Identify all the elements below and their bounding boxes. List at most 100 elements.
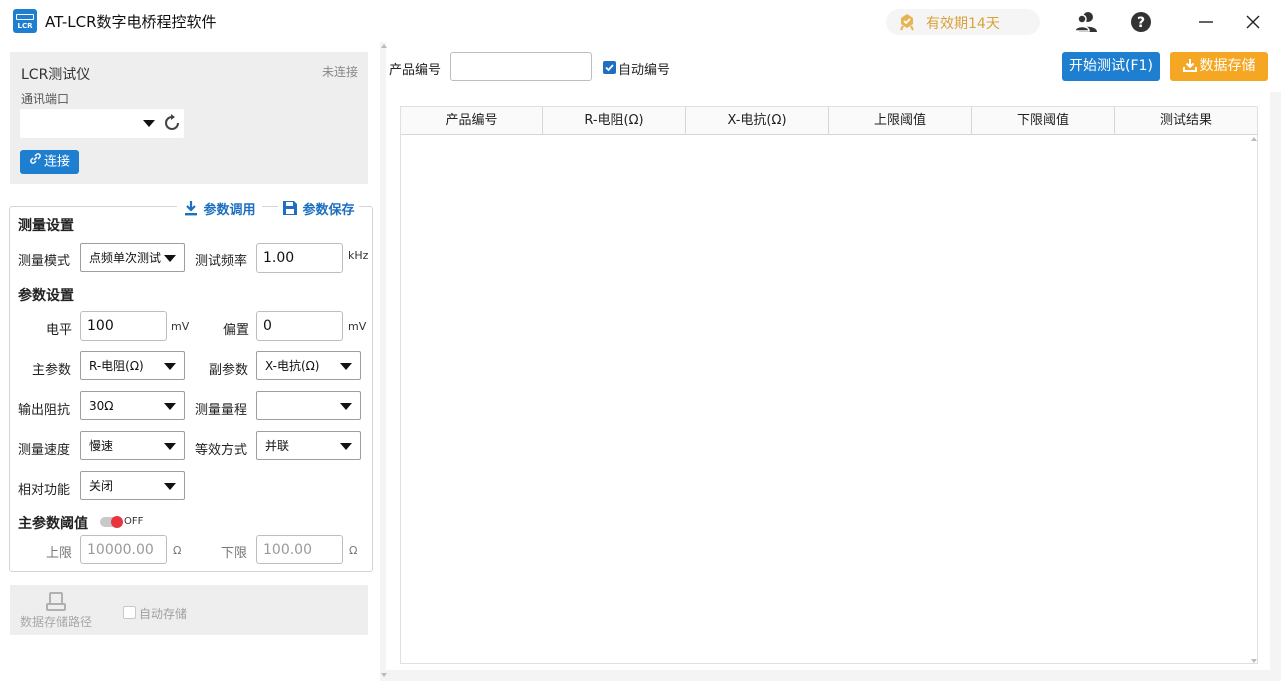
chevron-down-icon	[164, 483, 176, 490]
freq-unit: kHz	[348, 249, 369, 262]
param-load-button[interactable]: 参数调用	[177, 199, 262, 220]
speed-select[interactable]: 慢速	[80, 431, 185, 460]
storage-path-label: 数据存储路径	[19, 615, 92, 629]
auto-number-label: 自动编号	[618, 63, 671, 78]
chevron-down-icon	[164, 403, 176, 410]
column-header[interactable]: R-电阻(Ω)	[543, 107, 686, 135]
auto-save-checkbox[interactable]	[123, 606, 136, 619]
connection-status: 未连接	[322, 65, 359, 79]
level-label: 电平	[46, 323, 73, 338]
threshold-section-title: 主参数阈值	[18, 516, 88, 532]
column-header[interactable]: 产品编号	[401, 107, 543, 135]
upper-input[interactable]: 10000.00	[80, 535, 167, 564]
user-group-icon[interactable]	[1074, 10, 1098, 34]
relative-select[interactable]: 关闭	[80, 471, 185, 500]
auto-save-label: 自动存储	[139, 607, 188, 621]
data-store-label: 数据存储	[1199, 58, 1256, 74]
svg-text:?: ?	[1137, 15, 1145, 31]
bias-label: 偏置	[223, 323, 250, 338]
upper-unit: Ω	[173, 544, 182, 557]
product-number-input[interactable]	[450, 52, 592, 81]
upper-label: 上限	[46, 546, 73, 561]
secondary-value: X-电抗(Ω)	[265, 359, 320, 373]
help-icon[interactable]: ?	[1129, 10, 1153, 34]
chevron-down-icon	[143, 120, 155, 127]
lower-input[interactable]: 100.00	[256, 535, 343, 564]
scroll-down-icon[interactable]	[381, 673, 387, 677]
threshold-toggle-state: OFF	[124, 516, 144, 527]
check-icon	[605, 64, 614, 72]
relative-label: 相对功能	[18, 483, 71, 498]
app-title: AT-LCR数字电桥程控软件	[45, 13, 217, 31]
equiv-select[interactable]: 并联	[256, 431, 361, 460]
mode-value: 点频单次测试	[89, 251, 162, 265]
link-icon	[29, 150, 42, 174]
refresh-icon[interactable]	[162, 113, 182, 133]
mode-label: 测量模式	[18, 254, 71, 269]
chevron-down-icon	[164, 255, 176, 262]
start-test-button[interactable]: 开始测试(F1)	[1062, 52, 1160, 81]
app-logo-text: LCR	[17, 22, 33, 30]
data-table: 产品编号 R-电阻(Ω) X-电抗(Ω) 上限阈值 下限阈值 测试结果	[400, 106, 1258, 664]
primary-select[interactable]: R-电阻(Ω)	[80, 351, 185, 380]
impedance-select[interactable]: 30Ω	[80, 391, 185, 420]
chevron-down-icon	[340, 363, 352, 370]
chevron-down-icon	[164, 443, 176, 450]
column-header[interactable]: 测试结果	[1115, 107, 1257, 135]
speed-value: 慢速	[89, 439, 114, 453]
column-header[interactable]: X-电抗(Ω)	[686, 107, 829, 135]
relative-value: 关闭	[89, 479, 114, 493]
chevron-down-icon	[340, 443, 352, 450]
lower-unit: Ω	[349, 544, 358, 557]
license-label: 有效期14天	[926, 16, 1000, 32]
lower-label: 下限	[221, 546, 248, 561]
bias-input[interactable]: 0	[256, 311, 343, 341]
product-number-label: 产品编号	[389, 63, 442, 78]
primary-value: R-电阻(Ω)	[89, 359, 144, 373]
app-logo-icon: LCR	[13, 9, 37, 33]
close-icon[interactable]	[1241, 10, 1265, 34]
param-section-title: 参数设置	[18, 288, 74, 304]
freq-input[interactable]: 1.00	[256, 243, 343, 273]
award-icon	[898, 13, 916, 35]
port-select[interactable]	[20, 109, 184, 138]
param-save-label: 参数保存	[302, 203, 355, 218]
chevron-down-icon	[164, 363, 176, 370]
scroll-up-icon[interactable]	[381, 44, 387, 48]
download-icon	[183, 200, 199, 220]
measure-section-title: 测量设置	[18, 218, 74, 234]
impedance-label: 输出阻抗	[18, 403, 71, 418]
download-icon	[1182, 54, 1197, 83]
storage-path-button[interactable]: 数据存储路径	[18, 591, 94, 631]
impedance-value: 30Ω	[89, 399, 114, 413]
floppy-icon	[282, 200, 298, 220]
data-store-button[interactable]: 数据存储	[1170, 52, 1268, 81]
secondary-label: 副参数	[209, 363, 249, 378]
device-name: LCR测试仪	[21, 67, 91, 83]
freq-label: 测试频率	[195, 254, 248, 269]
level-input[interactable]: 100	[80, 311, 167, 341]
drive-icon	[18, 591, 94, 613]
level-unit: mV	[171, 320, 190, 333]
secondary-select[interactable]: X-电抗(Ω)	[256, 351, 361, 380]
toggle-knob	[111, 516, 123, 528]
auto-number-checkbox[interactable]	[603, 61, 616, 74]
range-label: 测量量程	[195, 403, 248, 418]
threshold-toggle[interactable]	[100, 516, 123, 528]
range-select[interactable]	[256, 391, 361, 420]
speed-label: 测量速度	[18, 443, 71, 458]
minimize-icon[interactable]	[1194, 10, 1218, 34]
equiv-value: 并联	[265, 439, 290, 453]
mode-select[interactable]: 点频单次测试	[80, 243, 185, 272]
connect-label: 连接	[43, 154, 70, 170]
chevron-down-icon	[340, 403, 352, 410]
connect-button[interactable]: 连接	[20, 150, 79, 174]
table-scrollbar[interactable]	[1249, 137, 1257, 663]
column-header[interactable]: 下限阈值	[972, 107, 1115, 135]
primary-label: 主参数	[32, 363, 72, 378]
param-save-button[interactable]: 参数保存	[278, 199, 359, 220]
license-badge[interactable]: 有效期14天	[886, 9, 1040, 35]
param-load-label: 参数调用	[203, 203, 256, 218]
equiv-label: 等效方式	[195, 443, 248, 458]
column-header[interactable]: 上限阈值	[829, 107, 972, 135]
